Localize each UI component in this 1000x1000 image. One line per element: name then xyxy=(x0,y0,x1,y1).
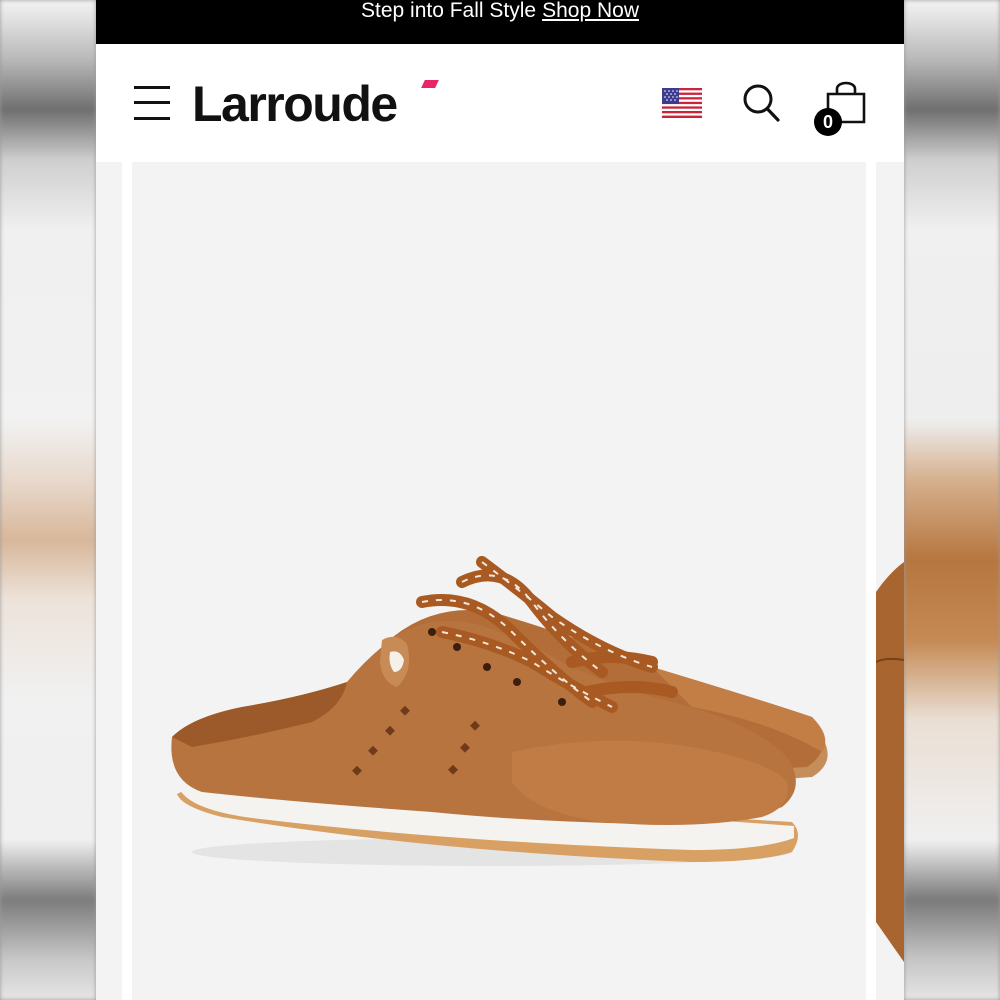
shoe-illustration xyxy=(171,556,828,866)
cart-count-badge: 0 xyxy=(814,108,842,136)
shop-now-link[interactable]: Shop Now xyxy=(542,0,639,22)
promo-text: Step into Fall Style xyxy=(361,0,537,22)
mobile-page: Step into Fall Style Shop Now Larroude 0 xyxy=(96,0,904,1000)
brand-logo[interactable]: Larroude xyxy=(192,78,398,130)
site-header: Larroude 0 xyxy=(96,44,904,162)
blurred-background-right xyxy=(904,0,1000,1000)
us-flag-icon[interactable] xyxy=(662,88,702,118)
product-image[interactable] xyxy=(132,162,866,1000)
blurred-background-left xyxy=(0,0,96,1000)
promo-banner: Step into Fall Style Shop Now xyxy=(96,0,904,44)
logo-accent-mark xyxy=(421,80,439,88)
previous-slide-peek[interactable] xyxy=(96,162,122,1000)
search-icon[interactable] xyxy=(742,82,782,124)
next-slide-peek[interactable] xyxy=(876,162,904,1000)
product-gallery xyxy=(96,162,904,1000)
hamburger-menu-icon[interactable] xyxy=(134,86,170,120)
